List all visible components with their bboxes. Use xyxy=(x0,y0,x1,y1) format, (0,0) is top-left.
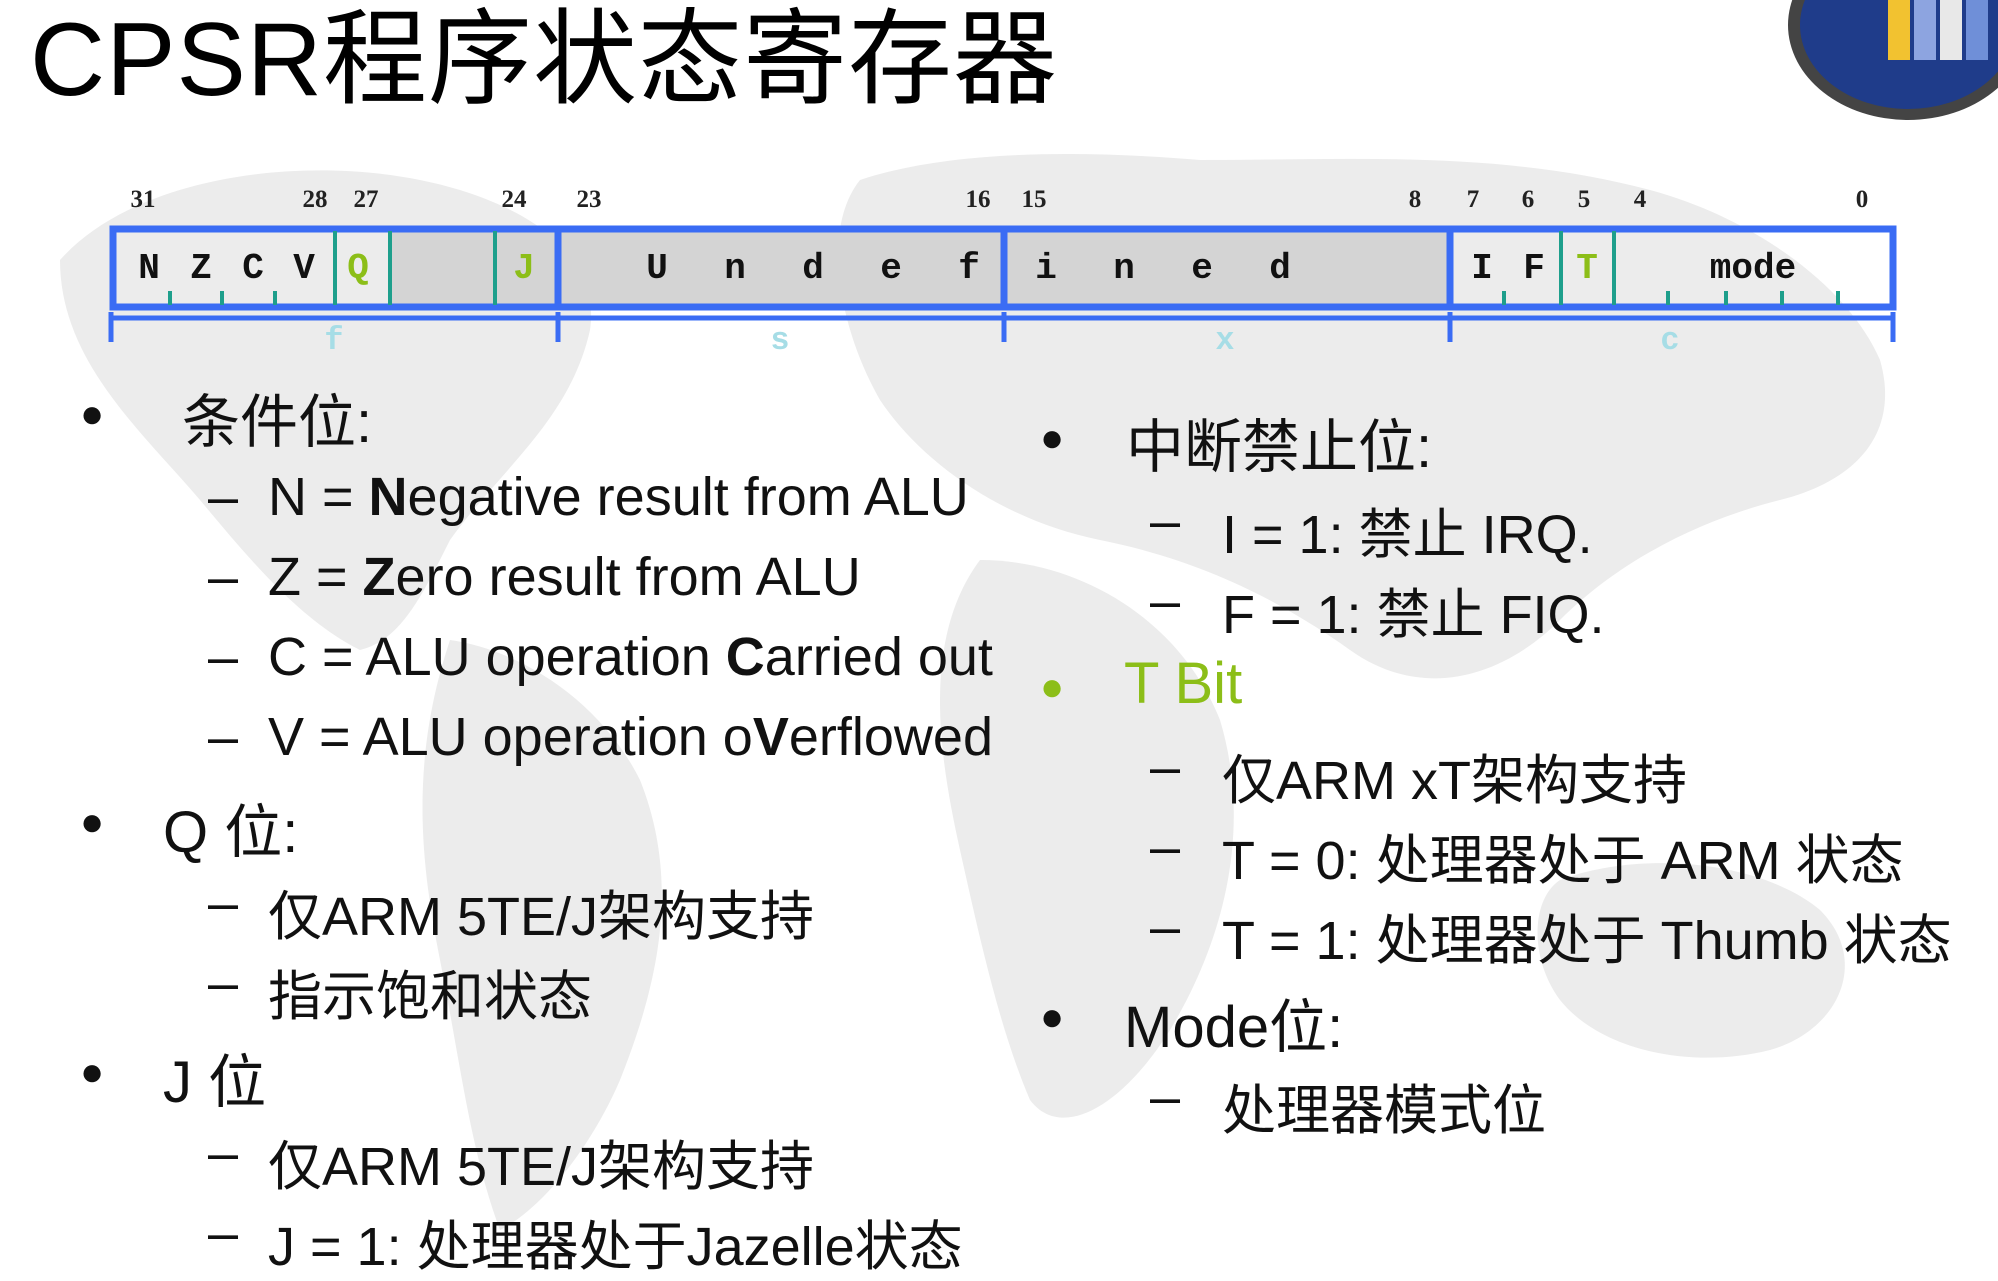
dash: – xyxy=(1150,571,1181,631)
bullet-dot: ● xyxy=(1040,995,1065,1039)
mode-bits-item: 处理器模式位 xyxy=(1222,1081,1546,1141)
right-column: ● 中断禁止位: – I = 1: 禁止 IRQ. – F = 1: 禁止 FI… xyxy=(0,0,1998,1270)
dash: – xyxy=(1150,491,1181,551)
dash: – xyxy=(1150,897,1181,957)
interrupt-bits-heading: 中断禁止位: xyxy=(1126,415,1433,480)
t-bit-item: T = 1: 处理器处于 Thumb 状态 xyxy=(1222,911,1952,971)
t-bit-heading: T Bit xyxy=(1124,651,1243,716)
t-bit-item: T = 0: 处理器处于 ARM 状态 xyxy=(1222,831,1904,891)
interrupt-item-fiq: F = 1: 禁止 FIQ. xyxy=(1222,585,1605,645)
dash: – xyxy=(1150,1067,1181,1127)
bullet-dot: ● xyxy=(1040,416,1065,460)
dash: – xyxy=(1150,737,1181,797)
interrupt-item-irq: I = 1: 禁止 IRQ. xyxy=(1222,505,1593,565)
bullet-dot: ● xyxy=(1040,665,1065,709)
t-bit-item: 仅ARM xT架构支持 xyxy=(1222,751,1687,811)
mode-bits-heading: Mode位: xyxy=(1124,995,1344,1060)
dash: – xyxy=(1150,817,1181,877)
